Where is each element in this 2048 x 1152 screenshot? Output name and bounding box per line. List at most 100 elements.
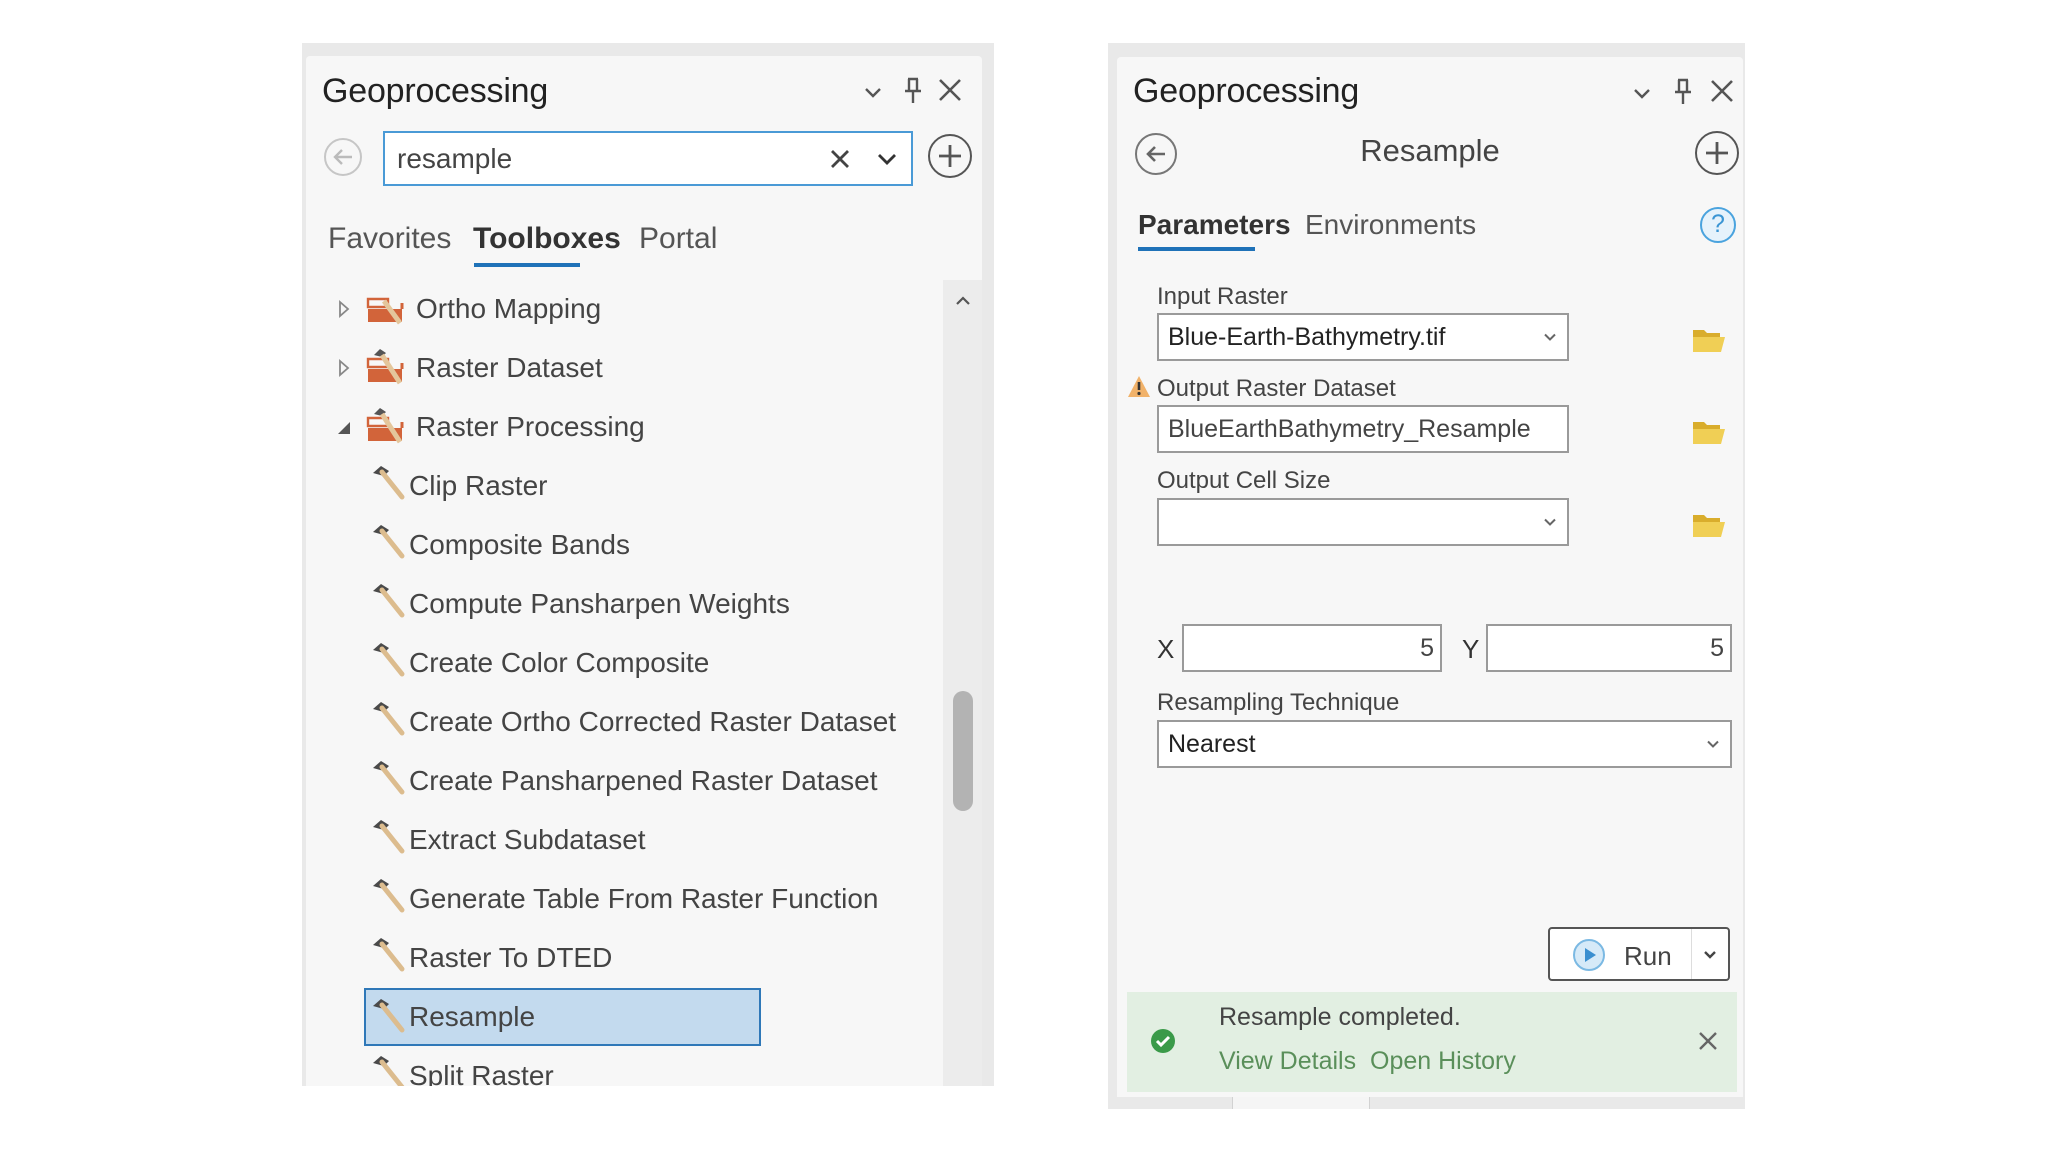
tool-row[interactable]: Generate Table From Raster Function	[364, 870, 878, 928]
pane-title: Geoprocessing	[1133, 72, 1360, 110]
tool-label: Split Raster	[409, 1060, 554, 1086]
cell-size-y-value: 5	[1710, 633, 1724, 662]
run-options-dropdown[interactable]	[1691, 929, 1728, 979]
dismiss-status-icon[interactable]	[1697, 1030, 1719, 1052]
tool-row[interactable]: Extract Subdataset	[364, 811, 761, 869]
search-dropdown-icon[interactable]	[877, 153, 897, 167]
close-icon[interactable]	[934, 74, 966, 106]
tool-label: Raster To DTED	[409, 942, 613, 973]
toolbox-tree: Ortho Mapping Raster Dataset Raster Proc…	[306, 280, 943, 1086]
chevron-down-icon[interactable]	[1706, 740, 1720, 749]
chevron-down-icon[interactable]	[1543, 518, 1557, 527]
cell-size-x-label: X	[1157, 634, 1175, 664]
pin-icon[interactable]	[898, 74, 928, 108]
hammer-tool-icon	[370, 1053, 408, 1086]
cell-size-y-label: Y	[1462, 634, 1480, 664]
tool-row[interactable]: Clip Raster	[364, 457, 761, 515]
add-button[interactable]	[928, 134, 972, 178]
left-geoprocessing-pane: Geoprocessing resample Favorites Toolbox…	[306, 56, 982, 1086]
run-label: Run	[1624, 941, 1672, 971]
scrollbar-thumb[interactable]	[953, 691, 973, 811]
toolset-label: Raster Dataset	[416, 352, 603, 383]
tab-parameters[interactable]: Parameters	[1138, 209, 1291, 241]
output-raster-label: Output Raster Dataset	[1157, 375, 1396, 402]
tab-favorites[interactable]: Favorites	[328, 222, 451, 256]
toolset-row[interactable]: Ortho Mapping	[306, 280, 943, 338]
warning-icon[interactable]	[1127, 375, 1151, 399]
add-circle-icon	[1706, 142, 1728, 164]
toolbox-icon	[366, 347, 408, 385]
cell-size-y-input[interactable]: 5	[1486, 624, 1732, 672]
right-geoprocessing-pane: Geoprocessing Resample Parameters Enviro…	[1117, 57, 1743, 1097]
tool-title: Resample	[1360, 133, 1500, 168]
toolset-row[interactable]: Raster Processing	[306, 398, 943, 456]
tool-label: Resample	[409, 1001, 536, 1032]
expand-arrow-icon[interactable]	[338, 300, 350, 318]
hammer-tool-icon	[370, 522, 408, 560]
hammer-tool-icon	[370, 581, 408, 619]
open-history-link[interactable]: Open History	[1370, 1047, 1516, 1076]
toolbox-icon	[366, 293, 408, 325]
tool-row-selected[interactable]: Resample	[364, 988, 761, 1046]
tool-row[interactable]: Composite Bands	[364, 516, 761, 574]
help-icon[interactable]: ?	[1700, 207, 1736, 243]
tool-row[interactable]: Split Raster	[364, 1047, 761, 1086]
cell-size-x-input[interactable]: 5	[1182, 624, 1442, 672]
back-button[interactable]	[324, 138, 362, 176]
vertical-scrollbar[interactable]	[943, 280, 982, 1086]
resampling-technique-dropdown[interactable]: Nearest	[1157, 720, 1732, 768]
tool-row[interactable]: Raster To DTED	[364, 929, 761, 987]
toolbox-icon	[366, 406, 408, 444]
browse-folder-icon[interactable]	[1692, 327, 1726, 353]
status-message: Resample completed.	[1219, 1003, 1461, 1031]
tool-row[interactable]: Create Color Composite	[364, 634, 761, 692]
pane-bottom-tab[interactable]	[1232, 1097, 1370, 1109]
cell-size-x-value: 5	[1420, 633, 1434, 662]
output-raster-field[interactable]: BlueEarthBathymetry_Resample	[1157, 405, 1569, 453]
search-box[interactable]: resample	[383, 131, 913, 186]
tool-row[interactable]: Create Ortho Corrected Raster Dataset	[364, 693, 896, 751]
toolset-row[interactable]: Raster Dataset	[306, 339, 943, 397]
view-details-link[interactable]: View Details	[1219, 1047, 1356, 1076]
pin-icon[interactable]	[1668, 75, 1698, 109]
hammer-tool-icon	[370, 699, 408, 737]
tab-toolboxes[interactable]: Toolboxes	[473, 222, 621, 256]
tool-label: Generate Table From Raster Function	[409, 883, 879, 914]
close-icon[interactable]	[1706, 75, 1738, 107]
tab-environments[interactable]: Environments	[1305, 209, 1476, 241]
tab-active-indicator	[474, 263, 580, 267]
chevron-down-icon[interactable]	[1627, 79, 1657, 109]
input-raster-dropdown[interactable]: Blue-Earth-Bathymetry.tif	[1157, 313, 1569, 361]
chevron-down-icon[interactable]	[1543, 333, 1557, 342]
input-raster-value: Blue-Earth-Bathymetry.tif	[1168, 322, 1446, 351]
browse-folder-icon[interactable]	[1692, 419, 1726, 445]
scroll-up-icon[interactable]	[955, 296, 971, 306]
tool-label: Extract Subdataset	[409, 824, 646, 855]
resampling-technique-label: Resampling Technique	[1157, 689, 1400, 716]
tool-row[interactable]: Create Pansharpened Raster Dataset	[364, 752, 878, 810]
play-icon	[1572, 938, 1606, 972]
add-button[interactable]	[1695, 131, 1739, 175]
tool-label: Clip Raster	[409, 470, 548, 501]
toolset-label: Raster Processing	[416, 411, 645, 442]
status-banner: Resample completed. View Details Open Hi…	[1127, 992, 1737, 1092]
hammer-tool-icon	[370, 876, 408, 914]
cell-size-dropdown[interactable]	[1157, 498, 1569, 546]
resampling-technique-value: Nearest	[1168, 729, 1256, 758]
expand-arrow-icon[interactable]	[338, 359, 350, 377]
tool-label: Create Color Composite	[409, 647, 710, 678]
chevron-down-icon[interactable]	[858, 78, 888, 108]
browse-folder-icon[interactable]	[1692, 512, 1726, 538]
cell-size-label: Output Cell Size	[1157, 467, 1331, 494]
collapse-arrow-icon[interactable]	[336, 420, 352, 436]
clear-icon[interactable]	[829, 148, 851, 170]
tool-row[interactable]: Compute Pansharpen Weights	[364, 575, 790, 633]
search-input[interactable]: resample	[397, 143, 512, 175]
tool-label: Compute Pansharpen Weights	[409, 588, 790, 619]
input-raster-label: Input Raster	[1157, 283, 1288, 310]
tab-portal[interactable]: Portal	[639, 222, 717, 256]
hammer-tool-icon	[370, 817, 408, 855]
tool-label: Composite Bands	[409, 529, 631, 560]
add-circle-icon	[939, 145, 961, 167]
run-button[interactable]: Run	[1548, 927, 1730, 981]
